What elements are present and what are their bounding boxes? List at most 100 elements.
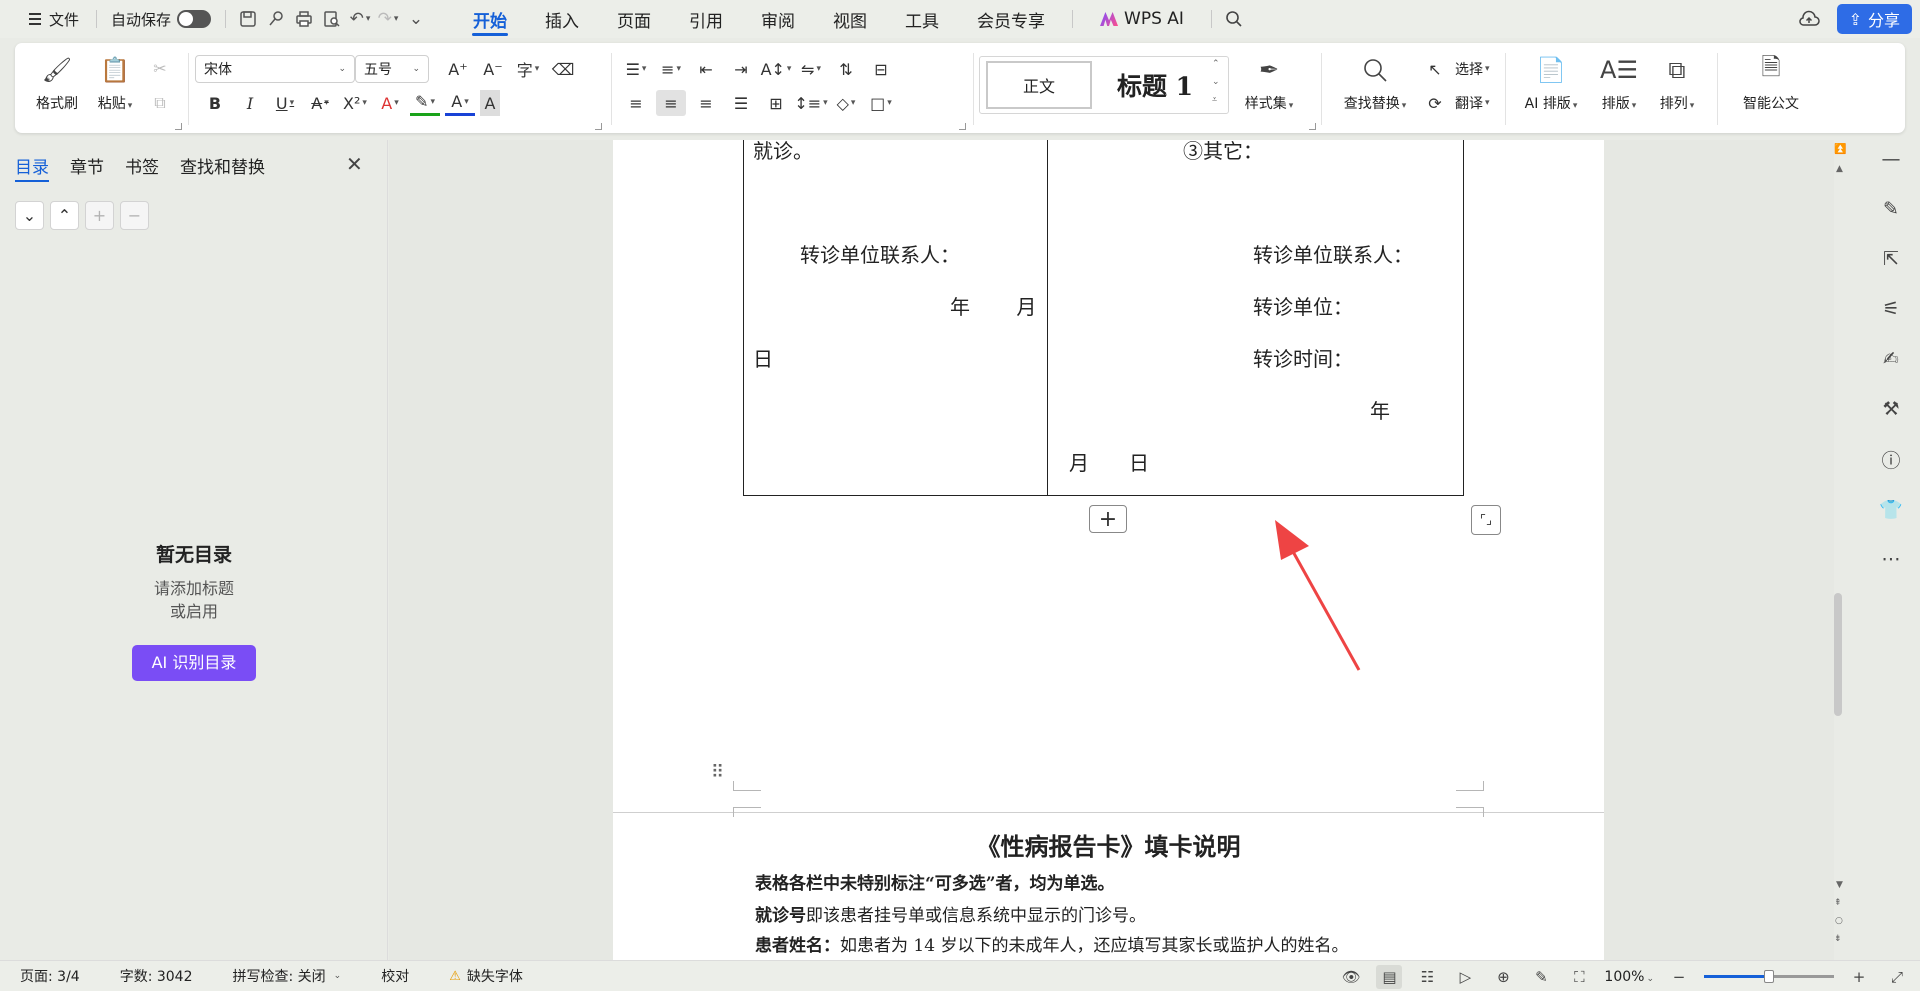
- more-icon[interactable]: ⋯: [1874, 542, 1908, 576]
- spell-check-status[interactable]: 拼写检查: 关闭 ⌄: [213, 966, 362, 986]
- expand-window-icon[interactable]: ⤢: [1884, 965, 1910, 989]
- line-spacing-icon[interactable]: ↕≡ ▾: [794, 90, 827, 116]
- find-replace-button[interactable]: 查找替换 ▾: [1335, 49, 1415, 129]
- zoom-slider-knob[interactable]: [1764, 970, 1774, 983]
- layout-button[interactable]: A☰ 排版 ▾: [1587, 49, 1651, 129]
- table-cell-text[interactable]: 日: [753, 343, 773, 372]
- share-button[interactable]: ⇪ 分享: [1836, 4, 1912, 34]
- drag-handle-icon[interactable]: ⠿: [711, 762, 724, 783]
- table-cell-text[interactable]: ③其它：: [1183, 140, 1263, 164]
- document-page[interactable]: 《性病报告卡》填卡说明 表格各栏中未特别标注“可多选”者，均为单选。 就诊号即该…: [613, 807, 1604, 960]
- next-page-icon[interactable]: ⇟: [1834, 934, 1842, 944]
- paragraph[interactable]: 就诊号即该患者挂号单或信息系统中显示的门诊号。: [755, 901, 1146, 926]
- paste-button[interactable]: 📋 粘贴 ▾: [83, 49, 147, 129]
- sort-icon[interactable]: ⇅: [831, 56, 861, 82]
- distributed-icon[interactable]: ⊞: [761, 90, 791, 116]
- arrange-button[interactable]: ⧉ 排列 ▾: [1645, 49, 1709, 129]
- close-icon[interactable]: ✕: [346, 152, 363, 176]
- print-icon[interactable]: [290, 5, 318, 33]
- font-size-select[interactable]: 五号 ⌄: [355, 55, 429, 83]
- search-icon[interactable]: [1220, 5, 1248, 33]
- play-icon[interactable]: ▷: [1452, 965, 1478, 989]
- bullet-list-icon[interactable]: ☰ ▾: [621, 56, 651, 82]
- collapse-up-icon[interactable]: ⌃: [50, 201, 79, 230]
- vertical-scrollbar[interactable]: ⏫ ▲ ▼ ⇞ ○ ⇟: [1834, 140, 1852, 960]
- table-cell-text[interactable]: 转诊单位联系人：: [1253, 239, 1413, 268]
- justify-icon[interactable]: ☰: [726, 90, 756, 116]
- style-gallery-scroll[interactable]: ⌃ ⌄ ⩡: [1212, 59, 1226, 105]
- scroll-top-icon[interactable]: ⏫: [1834, 144, 1846, 155]
- expand-down-icon[interactable]: ⌄: [15, 201, 44, 230]
- scroll-up-icon[interactable]: ▲: [1836, 164, 1843, 174]
- show-marks-icon[interactable]: ⊟: [866, 56, 896, 82]
- table-resize-handle[interactable]: ⌜⌟: [1471, 505, 1501, 535]
- decrease-indent-icon[interactable]: ⇤: [691, 56, 721, 82]
- tab-page[interactable]: 页面: [598, 0, 670, 38]
- decrease-font-icon[interactable]: A⁻: [478, 56, 508, 82]
- handwriting-icon[interactable]: ✍: [1874, 342, 1908, 376]
- outline-view-icon[interactable]: ☷: [1414, 965, 1440, 989]
- bold-icon[interactable]: B: [200, 90, 230, 116]
- document-canvas[interactable]: 就诊。 转诊单位联系人： 年 月 日 ③其它： 转诊单位联系人： 转诊单位： 转…: [389, 140, 1834, 960]
- fit-page-icon[interactable]: ⛶: [1566, 965, 1592, 989]
- increase-indent-icon[interactable]: ⇥: [726, 56, 756, 82]
- adjust-sliders-icon[interactable]: ⚟: [1874, 292, 1908, 326]
- eye-icon[interactable]: 👁: [1338, 965, 1364, 989]
- cut-icon[interactable]: ✂: [145, 55, 175, 81]
- font-dialog-launcher[interactable]: [595, 123, 602, 130]
- style-normal[interactable]: 正文: [986, 61, 1092, 109]
- smart-doc-button[interactable]: 🗎 智能公文: [1731, 49, 1811, 129]
- remove-icon[interactable]: −: [120, 201, 149, 230]
- page-view-icon[interactable]: ▤: [1376, 964, 1403, 989]
- styles-dialog-launcher[interactable]: [1309, 123, 1316, 130]
- undo-icon[interactable]: ↶ ▾: [346, 5, 374, 33]
- ai-detect-toc-button[interactable]: AI 识别目录: [131, 645, 257, 681]
- align-left-icon[interactable]: ≡: [621, 90, 651, 116]
- redo-icon[interactable]: ↷ ▾: [374, 5, 402, 33]
- nav-tab-sections[interactable]: 章节: [70, 153, 104, 182]
- print-preview-icon[interactable]: [318, 5, 346, 33]
- file-menu[interactable]: 文件: [20, 0, 88, 38]
- paragraph-dialog-launcher[interactable]: [959, 123, 966, 130]
- borders-icon[interactable]: □ ▾: [866, 90, 896, 116]
- underline-icon[interactable]: U ▾: [270, 90, 300, 116]
- shading-icon[interactable]: ◇ ▾: [831, 90, 861, 116]
- prev-page-icon[interactable]: ⇞: [1834, 898, 1842, 908]
- scrollbar-thumb[interactable]: [1834, 593, 1842, 716]
- nav-tab-toc[interactable]: 目录: [15, 153, 49, 182]
- font-color-icon[interactable]: A ▾: [445, 90, 475, 116]
- phonetic-guide-icon[interactable]: 字 ▾: [513, 56, 543, 82]
- copy-icon[interactable]: ⧉: [145, 90, 175, 116]
- autosave-toggle[interactable]: [177, 10, 212, 28]
- font-name-select[interactable]: 宋体 ⌄: [195, 55, 355, 83]
- annotate-icon[interactable]: ✎: [1528, 965, 1554, 989]
- strikethrough-icon[interactable]: A ▾: [305, 90, 335, 116]
- add-icon[interactable]: +: [85, 201, 114, 230]
- skin-icon[interactable]: 👕: [1874, 492, 1908, 526]
- paragraph[interactable]: 患者姓名：如患者为 14 岁以下的未成年人，还应填写其家长或监护人的姓名。: [755, 931, 1348, 956]
- proofread-button[interactable]: 校对: [361, 966, 429, 986]
- save-icon[interactable]: [234, 5, 262, 33]
- chinese-layout-icon[interactable]: ⇋ ▾: [796, 56, 826, 82]
- tab-view[interactable]: 视图: [814, 0, 886, 38]
- text-effect-icon[interactable]: A ▾: [375, 90, 405, 116]
- missing-font-button[interactable]: ⚠ 缺失字体: [429, 966, 543, 986]
- increase-font-icon[interactable]: A⁺: [443, 56, 473, 82]
- tools-icon[interactable]: ⚒: [1874, 392, 1908, 426]
- style-set-button[interactable]: ✒ 样式集 ▾: [1237, 49, 1301, 129]
- select-button[interactable]: ↖ 选择 ▾: [1420, 56, 1489, 82]
- align-right-icon[interactable]: ≡: [691, 90, 721, 116]
- help-icon[interactable]: ⓘ: [1874, 442, 1908, 476]
- add-table-row-button[interactable]: +: [1089, 505, 1127, 533]
- clear-format-icon[interactable]: ⌫: [548, 56, 578, 82]
- table-cell-text[interactable]: 年 月: [950, 291, 1036, 320]
- tab-references[interactable]: 引用: [670, 0, 742, 38]
- table-cell-text[interactable]: 转诊单位：: [1253, 291, 1353, 320]
- superscript-icon[interactable]: X² ▾: [340, 90, 370, 116]
- browse-object-icon[interactable]: ○: [1835, 916, 1843, 926]
- web-view-icon[interactable]: ⊕: [1490, 965, 1516, 989]
- zoom-out-icon[interactable]: −: [1666, 965, 1692, 989]
- character-shading-icon[interactable]: A: [480, 90, 500, 116]
- paragraph[interactable]: 表格各栏中未特别标注“可多选”者，均为单选。: [755, 869, 1115, 894]
- clipboard-dialog-launcher[interactable]: [175, 123, 182, 130]
